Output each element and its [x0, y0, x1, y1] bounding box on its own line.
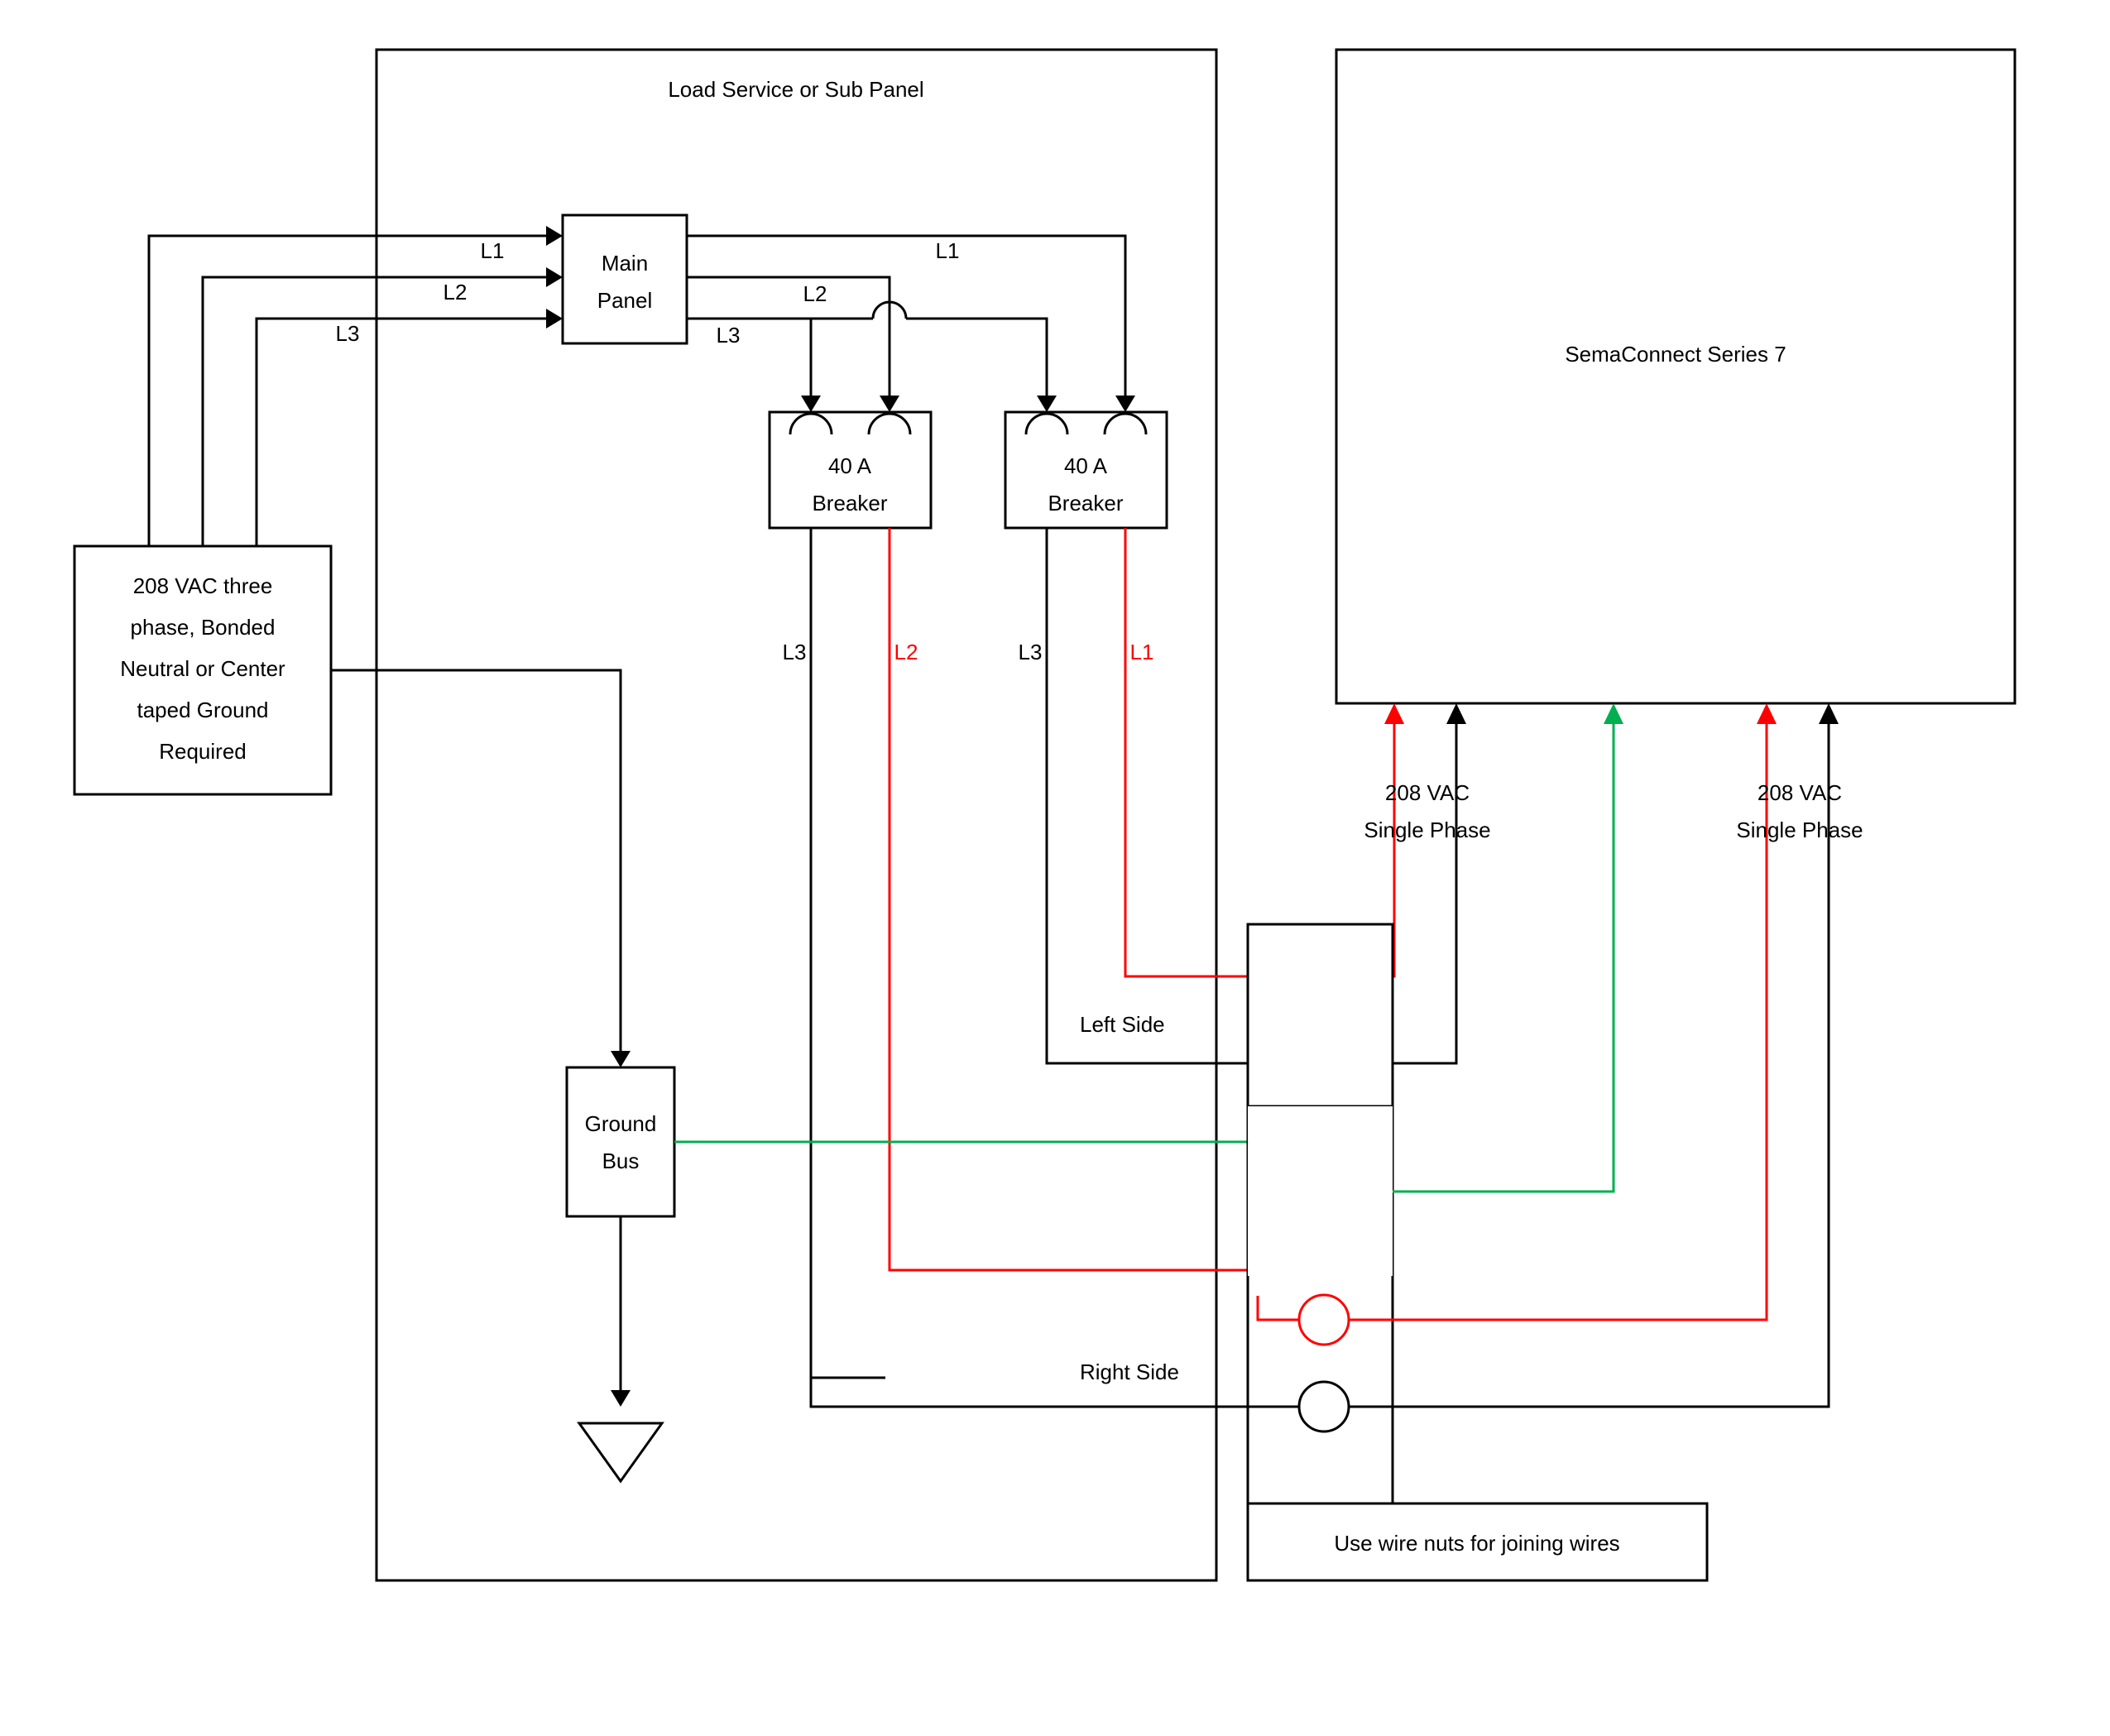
terminal-5-black: [1299, 1382, 1349, 1431]
ground-group: [1248, 1106, 1393, 1276]
source-l5: Required: [159, 739, 247, 764]
label-L3-out: L3: [717, 323, 741, 348]
arrow-sema-blk2: [1819, 703, 1839, 724]
breaker1-l1: 40 A: [828, 453, 872, 478]
label-L3-in: L3: [336, 321, 360, 346]
note-text: Use wire nuts for joining wires: [1334, 1531, 1619, 1556]
ground-bus-box: [567, 1067, 674, 1216]
main-panel-l2: Panel: [597, 288, 653, 313]
label-L2-out: L2: [803, 281, 827, 306]
ground-bus-l1: Ground: [585, 1111, 657, 1136]
arrow-sema-red2: [1757, 703, 1777, 724]
source-l3: Neutral or Center: [120, 656, 285, 681]
terminal-4-red: [1299, 1295, 1349, 1345]
phase-note-right-1: 208 VAC: [1758, 780, 1842, 805]
breaker2-l1: 40 A: [1064, 453, 1108, 478]
arrow-sema-blk1: [1446, 703, 1466, 724]
breaker2-l2: Breaker: [1048, 491, 1123, 516]
sema-box: [1336, 50, 2015, 703]
sub-panel-title: Load Service or Sub Panel: [668, 77, 923, 102]
wire-sema-red2: [1349, 724, 1767, 1320]
breaker1-l2: Breaker: [812, 491, 887, 516]
source-l1: 208 VAC three: [133, 573, 273, 598]
sema-label: SemaConnect Series 7: [1565, 342, 1786, 367]
ground-bus-l2: Bus: [602, 1149, 640, 1173]
arrow-sema-red1: [1384, 703, 1404, 724]
phase-note-right-2: Single Phase: [1736, 818, 1863, 842]
arrow-sema-grn: [1604, 703, 1623, 724]
main-panel-box: [563, 215, 687, 343]
sub-panel-box: [376, 50, 1216, 1580]
label-L1-in: L1: [481, 238, 505, 263]
wiring-diagram: Load Service or Sub Panel 208 VAC three …: [0, 0, 2110, 1736]
label-L1-out: L1: [936, 238, 960, 263]
right-side-label: Right Side: [1080, 1360, 1179, 1384]
left-side-label: Left Side: [1080, 1012, 1165, 1037]
source-l4: taped Ground: [137, 698, 268, 722]
phase-note-left-2: Single Phase: [1364, 818, 1490, 842]
label-b1-L2: L2: [894, 640, 918, 664]
main-panel-l1: Main: [602, 251, 648, 276]
label-L2-in: L2: [444, 280, 468, 305]
left-side-group: [1248, 924, 1393, 1106]
label-b2-L1: L1: [1130, 640, 1154, 664]
source-l2: phase, Bonded: [131, 615, 276, 640]
label-b2-L3: L3: [1019, 640, 1043, 664]
label-b1-L3: L3: [783, 640, 807, 664]
phase-note-left-1: 208 VAC: [1385, 780, 1470, 805]
